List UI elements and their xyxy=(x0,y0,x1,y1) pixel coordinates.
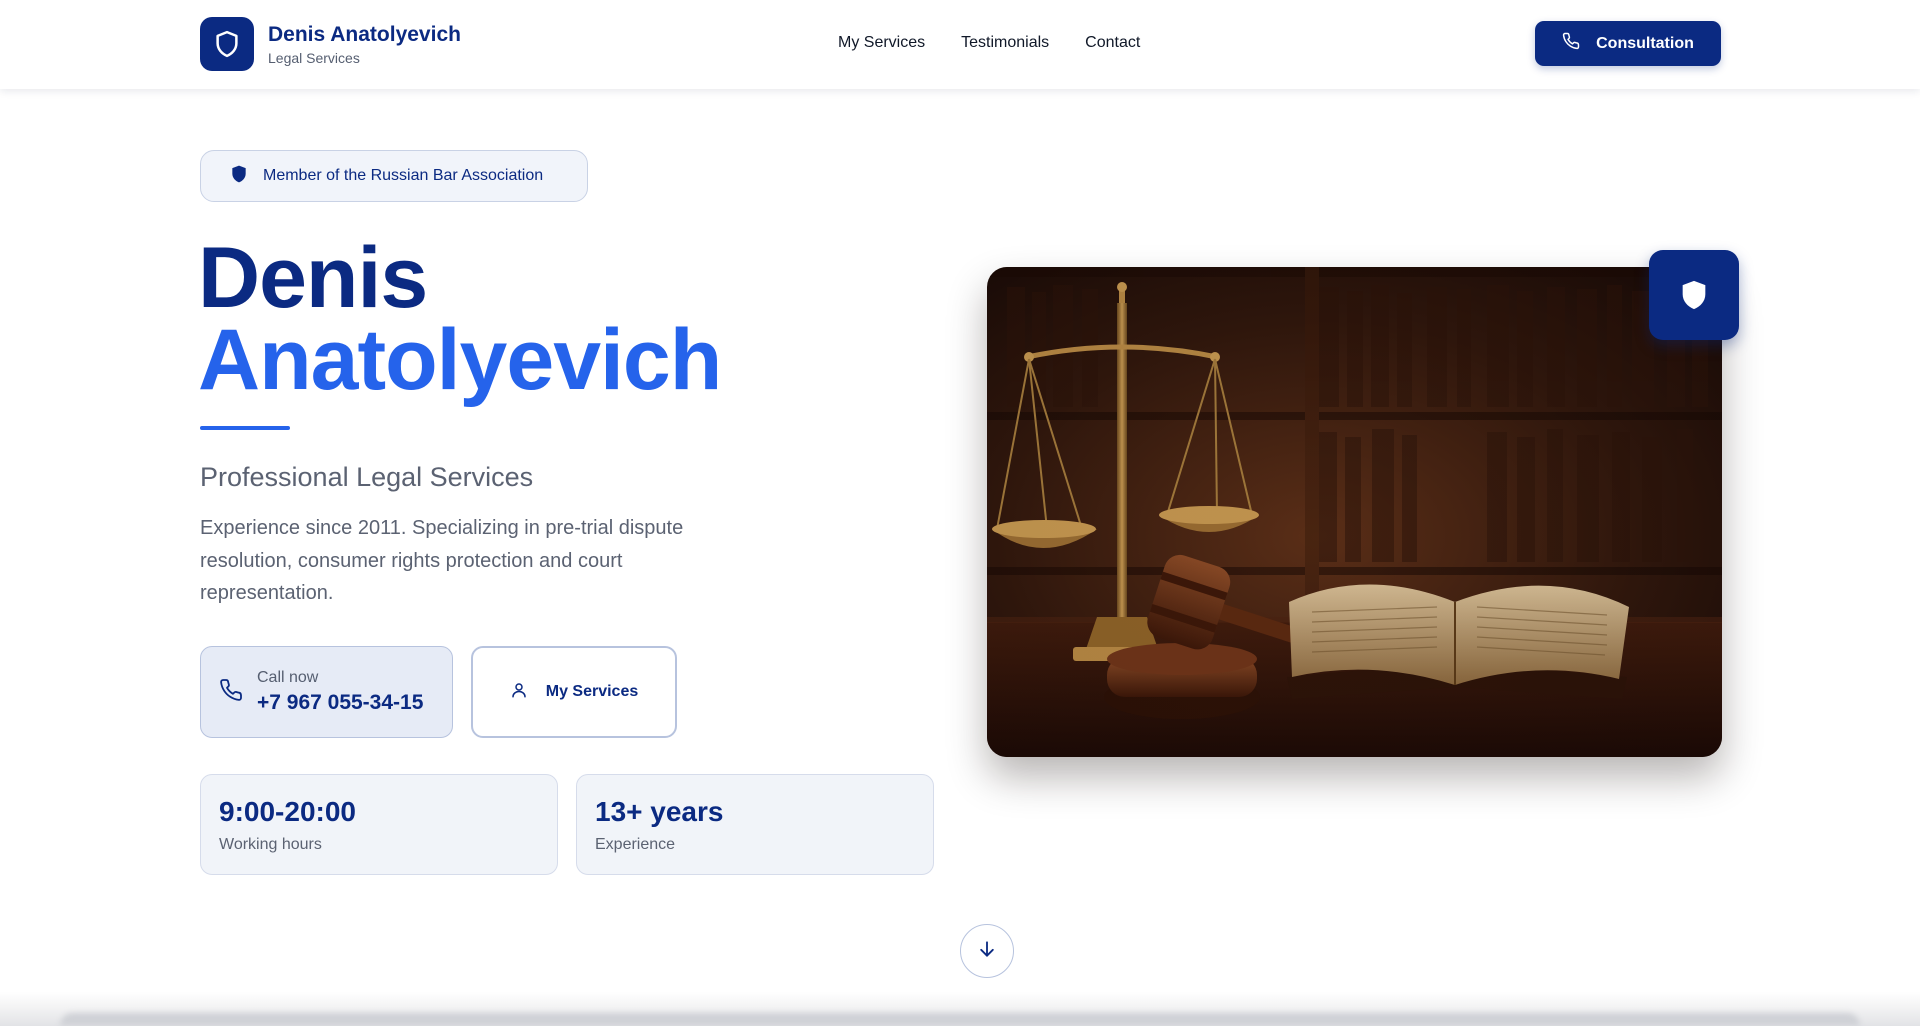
call-now-button[interactable]: Call now +7 967 055-34-15 xyxy=(200,646,453,738)
hero-last-name: Anatolyevich xyxy=(198,312,722,408)
phone-number: +7 967 055-34-15 xyxy=(257,691,424,714)
user-icon xyxy=(510,681,528,704)
phone-icon xyxy=(219,678,243,707)
shield-icon xyxy=(1649,250,1739,340)
nav-link-testimonials[interactable]: Testimonials xyxy=(961,33,1049,53)
bar-association-badge: Member of the Russian Bar Association xyxy=(200,150,588,202)
phone-icon xyxy=(1562,32,1580,55)
scroll-down-button[interactable] xyxy=(960,924,1014,978)
stat-experience: 13+ years Experience xyxy=(576,774,934,875)
call-now-label: Call now xyxy=(257,669,319,686)
next-section-edge xyxy=(60,1013,1860,1026)
site-header: Denis Anatolyevich Legal Services My Ser… xyxy=(0,0,1920,89)
hero-description: Experience since 2011. Specializing in p… xyxy=(200,517,684,604)
stat-value: 13+ years xyxy=(595,796,724,827)
brand-name: Denis Anatolyevich xyxy=(268,22,461,46)
accent-divider xyxy=(200,426,290,430)
hero-subtitle: Professional Legal Services xyxy=(200,462,534,492)
my-services-button[interactable]: My Services xyxy=(471,646,677,738)
arrow-down-icon xyxy=(977,939,997,964)
main-nav: My Services Testimonials Contact xyxy=(838,33,1140,53)
stat-value: 9:00-20:00 xyxy=(219,796,356,827)
brand-subtitle: Legal Services xyxy=(268,49,360,66)
badge-text: Member of the Russian Bar Association xyxy=(263,167,544,184)
hero-image-scales-of-justice xyxy=(987,267,1722,757)
consultation-button-label: Consultation xyxy=(1596,34,1694,52)
stat-label: Experience xyxy=(595,836,676,853)
consultation-button[interactable]: Consultation xyxy=(1535,21,1721,66)
my-services-button-label: My Services xyxy=(545,683,639,700)
shield-icon xyxy=(200,17,254,71)
stat-label: Working hours xyxy=(219,836,322,853)
shield-icon xyxy=(229,163,249,190)
nav-link-my-services[interactable]: My Services xyxy=(838,33,925,53)
nav-link-contact[interactable]: Contact xyxy=(1085,33,1140,53)
stat-working-hours: 9:00-20:00 Working hours xyxy=(200,774,558,875)
brand[interactable]: Denis Anatolyevich Legal Services xyxy=(200,17,461,71)
hero-first-name: Denis xyxy=(198,230,428,326)
